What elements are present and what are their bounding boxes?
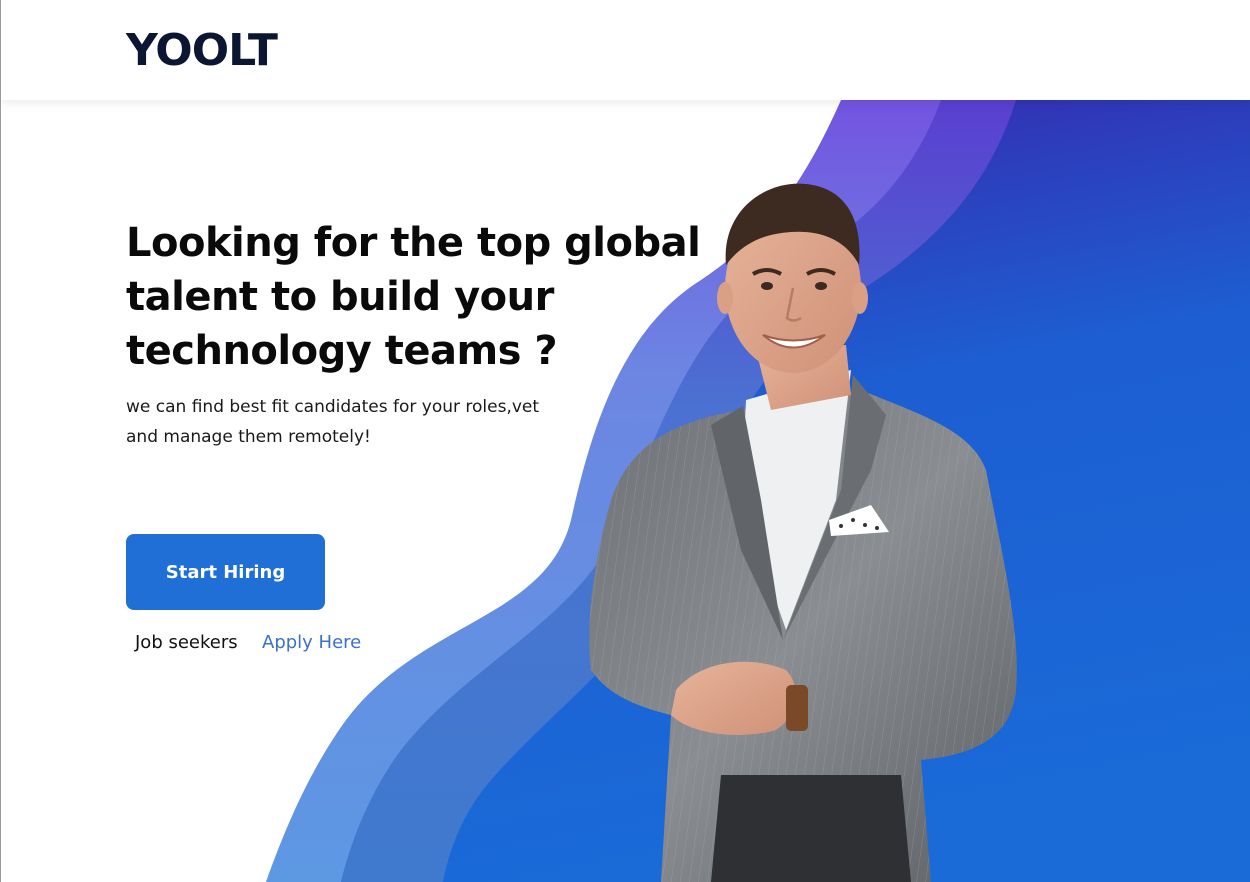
brand-logo[interactable]: YOOLT [126, 28, 278, 74]
hero-subtitle: we can find best fit candidates for your… [126, 397, 540, 447]
site-header: YOOLT [1, 0, 1250, 100]
apply-here-link[interactable]: Apply Here [262, 632, 361, 653]
hero-title: Looking for the top global talent to bui… [126, 220, 701, 374]
landing-page: YOOLT Looking for the top global talent … [0, 0, 1250, 882]
job-seekers-label: Job seekers [135, 632, 238, 653]
start-hiring-button[interactable]: Start Hiring [126, 534, 325, 610]
